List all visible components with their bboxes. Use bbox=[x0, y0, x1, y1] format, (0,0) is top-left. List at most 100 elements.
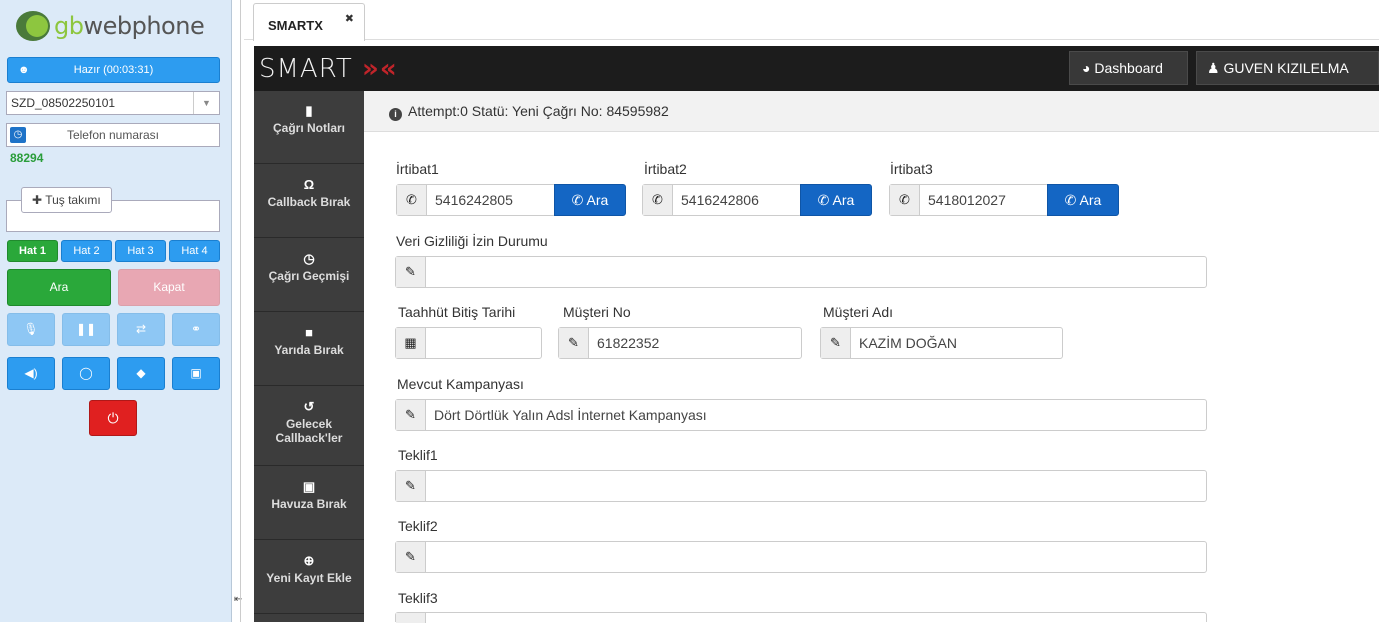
app-header: SMART »« ◕ Dashboard ♟ GUVEN KIZILELMA bbox=[254, 46, 1379, 91]
customer-no-label: Müşteri No bbox=[563, 304, 631, 320]
status-button[interactable]: ☻ Hazır (00:03:31) bbox=[7, 57, 220, 83]
user-menu[interactable]: ♟ GUVEN KIZILELMA bbox=[1196, 51, 1379, 85]
phone-icon: ✆ bbox=[397, 185, 427, 215]
offer3-field[interactable] bbox=[395, 612, 1207, 623]
campaign-field[interactable]: ✎ Dört Dörtlük Yalın Adsl İnternet Kampan… bbox=[395, 399, 1207, 431]
call-info-bar: i Attempt:0 Statü: Yeni Çağrı No: 8459598… bbox=[364, 91, 1379, 132]
phone-icon: ✆ bbox=[890, 185, 920, 215]
logo-text-webphone: webphone bbox=[83, 12, 205, 40]
dashboard-icon: ◕ bbox=[1082, 60, 1091, 76]
stop-icon: ■ bbox=[305, 325, 313, 340]
info-icon: i bbox=[389, 108, 402, 121]
file-icon: ▮ bbox=[305, 103, 313, 118]
splitter[interactable] bbox=[240, 0, 241, 622]
sidebar-item-call-notes[interactable]: ▮ Çağrı Notları bbox=[254, 91, 364, 164]
hangup-button[interactable]: Kapat bbox=[118, 269, 220, 306]
contact3-field[interactable]: ✆ 5418012027 bbox=[889, 184, 1049, 216]
contact2-label: İrtibat2 bbox=[644, 161, 687, 177]
phone-icon: ✆ bbox=[817, 192, 830, 208]
sidebar-item-new-record[interactable]: ⊕ Yeni Kayıt Ekle bbox=[254, 541, 364, 614]
power-icon: ⏻ bbox=[107, 410, 119, 426]
contact3-call-button[interactable]: ✆ Ara bbox=[1047, 184, 1119, 216]
offer2-field[interactable]: ✎ bbox=[395, 541, 1207, 573]
customer-name-field[interactable]: ✎ KAZİM DOĞAN bbox=[820, 327, 1063, 359]
sidebar-item-future-callbacks[interactable]: ↺ Gelecek Callback'ler bbox=[254, 387, 364, 466]
user-name: GUVEN KIZILELMA bbox=[1223, 60, 1349, 76]
clock-icon: ◷ bbox=[303, 251, 315, 266]
dashboard-button[interactable]: ◕ Dashboard bbox=[1069, 51, 1188, 85]
phone-icon: ✆ bbox=[643, 185, 673, 215]
pencil-icon: ✎ bbox=[396, 257, 426, 287]
smart-logo: SMART »« bbox=[259, 54, 398, 84]
phone-icon: ✆ bbox=[571, 192, 584, 208]
contact2-field[interactable]: ✆ 5416242806 bbox=[642, 184, 802, 216]
keypad-toggle-button[interactable]: ✚ Tuş takımı bbox=[21, 187, 112, 213]
offer1-field[interactable]: ✎ bbox=[395, 470, 1207, 502]
link-icon: ⚭ bbox=[190, 322, 202, 336]
privacy-field[interactable]: ✎ bbox=[395, 256, 1207, 288]
pencil-icon: ✎ bbox=[396, 471, 426, 501]
sidebar-item-call-history[interactable]: ◷ Çağrı Geçmişi bbox=[254, 239, 364, 312]
sidebar-item-label: Gelecek Callback'ler bbox=[275, 417, 343, 445]
plus-icon: ✚ bbox=[32, 193, 43, 207]
volume-icon: ◀) bbox=[24, 366, 38, 380]
customer-name-label: Müşteri Adı bbox=[823, 304, 894, 320]
line-select-value: SZD_08502250101 bbox=[11, 96, 116, 110]
volume-button[interactable]: ◀) bbox=[7, 357, 55, 390]
extension-number: 88294 bbox=[10, 151, 44, 165]
link-button[interactable]: ⚭ bbox=[172, 313, 220, 346]
tab-smartx[interactable]: SMARTX ✖ bbox=[253, 3, 365, 41]
contact2-value: 5416242806 bbox=[681, 192, 759, 208]
offer2-label: Teklif2 bbox=[398, 518, 438, 534]
sidebar-item-callback[interactable]: Ω Callback Bırak bbox=[254, 165, 364, 238]
campaign-value: Dört Dörtlük Yalın Adsl İnternet Kampany… bbox=[434, 407, 707, 423]
sidebar-item-label: Yarıda Bırak bbox=[274, 343, 344, 357]
hold-button[interactable]: ❚❚ bbox=[62, 313, 110, 346]
webphone-panel: gbwebphone ☻ Hazır (00:03:31) SZD_085022… bbox=[0, 0, 232, 622]
chevron-down-icon: ▼ bbox=[193, 92, 219, 114]
contact1-value: 5416242805 bbox=[435, 192, 513, 208]
sidebar-item-pool[interactable]: ▣ Havuza Bırak bbox=[254, 467, 364, 540]
light-button[interactable]: ◯ bbox=[62, 357, 110, 390]
transfer-button[interactable]: ⇄ bbox=[117, 313, 165, 346]
mic-off-icon: 🎙 bbox=[23, 322, 39, 336]
call-button[interactable]: Ara bbox=[7, 269, 111, 306]
user-icon: ♟ bbox=[1207, 60, 1220, 76]
lightbulb-icon: ◯ bbox=[79, 366, 93, 380]
call-label: Ara bbox=[586, 192, 609, 208]
phone-icon: ✆ bbox=[1064, 192, 1077, 208]
sidebar-item-abort[interactable]: ■ Yarıda Bırak bbox=[254, 313, 364, 386]
customer-no-value: 61822352 bbox=[597, 335, 660, 351]
sidebar: ▮ Çağrı Notları Ω Callback Bırak ◷ Çağrı Ge… bbox=[254, 91, 364, 622]
call-label: Ara bbox=[1079, 192, 1102, 208]
commit-end-label: Taahhüt Bitiş Tarihi bbox=[398, 304, 516, 320]
mute-button[interactable]: 🎙 bbox=[7, 313, 55, 346]
tag-icon: ◆ bbox=[136, 366, 146, 380]
logo-text-gb: gb bbox=[54, 12, 84, 40]
line-4-button[interactable]: Hat 4 bbox=[169, 240, 220, 262]
collapse-panel-icon[interactable]: ⇤ bbox=[234, 594, 242, 605]
line-2-button[interactable]: Hat 2 bbox=[61, 240, 112, 262]
contact1-field[interactable]: ✆ 5416242805 bbox=[396, 184, 556, 216]
pause-icon: ❚❚ bbox=[75, 322, 97, 336]
contact2-call-button[interactable]: ✆ Ara bbox=[800, 184, 872, 216]
line-1-button[interactable]: Hat 1 bbox=[7, 240, 58, 262]
power-button[interactable]: ⏻ bbox=[89, 400, 137, 436]
calendar-button[interactable]: ▣ bbox=[172, 357, 220, 390]
pencil-icon: ✎ bbox=[821, 328, 851, 358]
brand-text: SMART bbox=[259, 54, 353, 84]
logo-icon bbox=[16, 11, 50, 41]
pencil-icon: ✎ bbox=[396, 400, 426, 430]
line-select[interactable]: SZD_08502250101 ▼ bbox=[6, 91, 220, 115]
phone-number-input[interactable]: ◷ Telefon numarası bbox=[6, 123, 220, 147]
customer-no-field[interactable]: ✎ 61822352 bbox=[558, 327, 802, 359]
line-3-button[interactable]: Hat 3 bbox=[115, 240, 166, 262]
inbox-icon: ▣ bbox=[302, 479, 316, 494]
commit-end-field[interactable]: ▦ bbox=[395, 327, 542, 359]
plus-circle-icon: ⊕ bbox=[303, 553, 315, 568]
tag-button[interactable]: ◆ bbox=[117, 357, 165, 390]
logo-x-icon: »« bbox=[362, 54, 398, 84]
close-icon[interactable]: ✖ bbox=[345, 12, 354, 25]
contact1-call-button[interactable]: ✆ Ara bbox=[554, 184, 626, 216]
contact3-value: 5418012027 bbox=[928, 192, 1006, 208]
